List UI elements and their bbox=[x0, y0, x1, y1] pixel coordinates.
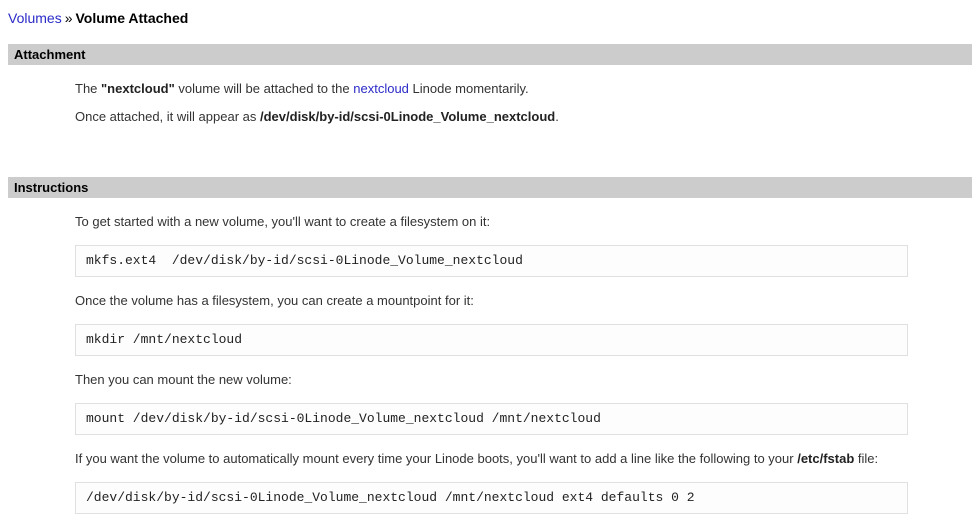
attachment-volume-name: "nextcloud" bbox=[101, 81, 175, 96]
attachment-paragraph-1: The "nextcloud" volume will be attached … bbox=[75, 82, 972, 96]
step-text: To get started with a new volume, you'll… bbox=[75, 215, 972, 229]
code-block-mkdir: mkdir /mnt/nextcloud bbox=[75, 324, 908, 356]
instruction-step-mkfs: To get started with a new volume, you'll… bbox=[75, 215, 972, 277]
attachment-p2-post: . bbox=[555, 109, 559, 124]
attachment-p2-pre: Once attached, it will appear as bbox=[75, 109, 260, 124]
step-text: Once the volume has a filesystem, you ca… bbox=[75, 294, 972, 308]
attachment-paragraph-2: Once attached, it will appear as /dev/di… bbox=[75, 110, 972, 124]
attachment-section-header: Attachment bbox=[8, 44, 972, 65]
attachment-device-path: /dev/disk/by-id/scsi-0Linode_Volume_next… bbox=[260, 109, 555, 124]
fstab-text-pre: If you want the volume to automatically … bbox=[75, 451, 797, 466]
attachment-p1-post: Linode momentarily. bbox=[409, 81, 529, 96]
code-block-mount: mount /dev/disk/by-id/scsi-0Linode_Volum… bbox=[75, 403, 908, 435]
fstab-path: /etc/fstab bbox=[797, 451, 854, 466]
breadcrumb-volumes-link[interactable]: Volumes bbox=[8, 10, 62, 26]
breadcrumb-current: Volume Attached bbox=[76, 10, 189, 26]
attachment-section: Attachment The "nextcloud" volume will b… bbox=[8, 44, 972, 160]
instruction-step-mkdir: Once the volume has a filesystem, you ca… bbox=[75, 294, 972, 356]
attachment-p1-pre: The bbox=[75, 81, 101, 96]
code-block-fstab: /dev/disk/by-id/scsi-0Linode_Volume_next… bbox=[75, 482, 908, 514]
instruction-step-mount: Then you can mount the new volume: mount… bbox=[75, 373, 972, 435]
fstab-text-post: file: bbox=[854, 451, 878, 466]
code-block-mkfs: mkfs.ext4 /dev/disk/by-id/scsi-0Linode_V… bbox=[75, 245, 908, 277]
instruction-step-fstab: If you want the volume to automatically … bbox=[75, 452, 972, 514]
breadcrumb-separator: » bbox=[65, 10, 73, 26]
instructions-section: Instructions To get started with a new v… bbox=[8, 177, 972, 514]
volume-attached-page: Volumes»Volume Attached Attachment The "… bbox=[8, 10, 972, 514]
step-text: Then you can mount the new volume: bbox=[75, 373, 972, 387]
breadcrumb: Volumes»Volume Attached bbox=[8, 10, 972, 27]
nextcloud-linode-link[interactable]: nextcloud bbox=[353, 81, 409, 96]
instructions-section-header: Instructions bbox=[8, 177, 972, 198]
attachment-p1-mid: volume will be attached to the bbox=[175, 81, 354, 96]
attachment-section-body: The "nextcloud" volume will be attached … bbox=[8, 65, 972, 160]
step-text: If you want the volume to automatically … bbox=[75, 452, 972, 466]
instructions-section-body: To get started with a new volume, you'll… bbox=[8, 198, 972, 514]
